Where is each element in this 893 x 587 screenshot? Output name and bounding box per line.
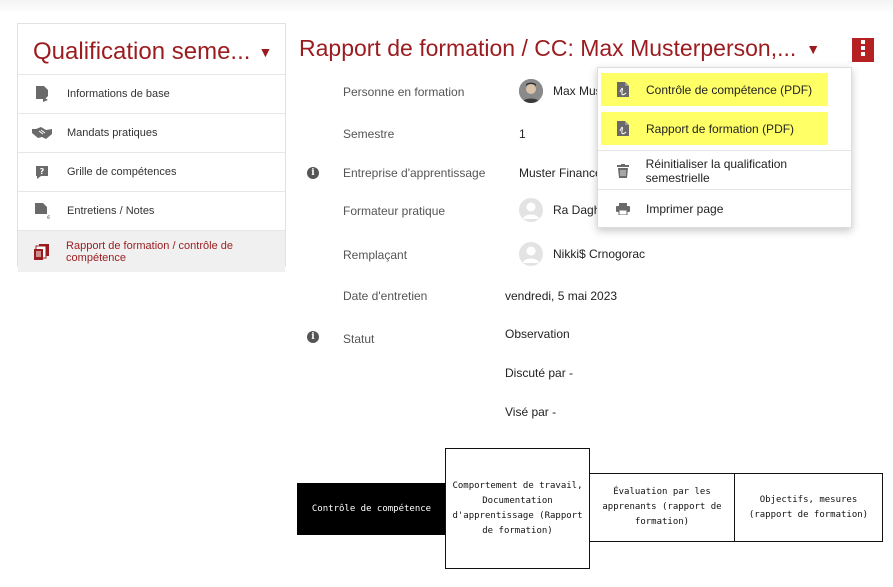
top-shadow <box>0 0 893 14</box>
menu-item-label: Rapport de formation (PDF) <box>646 121 795 136</box>
discussed-by: Discuté par - <box>505 366 574 380</box>
info-icon[interactable]: i <box>307 331 319 343</box>
avatar <box>519 198 543 222</box>
menu-item-training-report-pdf[interactable]: Rapport de formation (PDF) <box>598 109 851 148</box>
sidebar-item-basic-info[interactable]: Informations de base <box>18 74 285 113</box>
chevron-down-icon[interactable]: ▼ <box>806 41 820 57</box>
signed-by: Visé par - <box>505 405 557 419</box>
sidebar-title-text[interactable]: Qualification seme... <box>33 38 250 66</box>
sidebar-title[interactable]: Qualification seme... ▼ <box>33 38 272 66</box>
person-label: Personne en formation <box>343 85 465 99</box>
info-icon[interactable]: i <box>307 167 319 179</box>
box-objectives-measures: Objectifs, mesures (rapport de formation… <box>734 473 883 542</box>
sidebar-item-label: Rapport de formation / contrôle de compé… <box>66 239 233 264</box>
trainer-value[interactable]: Ra Daghe <box>519 198 607 222</box>
company-value: Muster Finance : <box>519 166 609 180</box>
sidebar-item-label: Entretiens / Notes <box>67 205 155 217</box>
sidebar-item-interviews-notes[interactable]: e Entretiens / Notes <box>18 191 285 230</box>
pdf-file-icon <box>613 121 633 136</box>
pdf-file-icon <box>613 82 633 97</box>
person-value[interactable]: Max Mus <box>519 79 602 103</box>
sidebar-item-practical-mandates[interactable]: Mandats pratiques <box>18 113 285 152</box>
vertical-menu-button[interactable] <box>852 38 874 62</box>
printer-icon <box>613 202 633 215</box>
page-title[interactable]: Rapport de formation / CC: Max Musterper… <box>299 35 820 62</box>
document-arrow-icon <box>32 86 52 102</box>
box-learner-evaluation: Évaluation par les apprenants (rapport d… <box>589 473 735 542</box>
trash-icon <box>613 163 633 178</box>
reports-stack-icon <box>32 243 51 260</box>
semester-label: Semestre <box>343 127 395 141</box>
company-label: Entreprise d'apprentissage <box>343 166 486 180</box>
avatar <box>519 79 543 103</box>
actions-dropdown: Contrôle de compétence (PDF) Rapport de … <box>597 67 852 228</box>
page-title-text[interactable]: Rapport de formation / CC: Max Musterper… <box>299 35 796 62</box>
menu-item-print-page[interactable]: Imprimer page <box>598 189 851 228</box>
vertical-menu-icon <box>860 39 866 61</box>
substitute-name[interactable]: Nikki$ Crnogorac <box>553 247 645 261</box>
sidebar-menu: Informations de base Mandats pratiques ?… <box>18 74 285 272</box>
sidebar-item-label: Mandats pratiques <box>67 127 158 139</box>
svg-text:?: ? <box>40 167 45 176</box>
question-chat-icon: ? <box>32 164 52 180</box>
handshake-icon <box>32 125 52 141</box>
status-value: Observation <box>505 327 570 341</box>
avatar <box>519 242 543 266</box>
person-name[interactable]: Max Mus <box>553 84 602 98</box>
sidebar-item-competence-grid[interactable]: ? Grille de compétences <box>18 152 285 191</box>
menu-item-label: Imprimer page <box>646 201 724 216</box>
svg-text:e: e <box>47 213 50 219</box>
date-value: vendredi, 5 mai 2023 <box>505 289 618 303</box>
substitute-label: Remplaçant <box>343 248 408 262</box>
menu-item-competence-pdf[interactable]: Contrôle de compétence (PDF) <box>598 70 851 109</box>
status-label: Statut <box>343 332 375 346</box>
date-label: Date d'entretien <box>343 289 428 303</box>
menu-item-label: Contrôle de compétence (PDF) <box>646 82 813 97</box>
box-work-behaviour: Comportement de travail, Documentation d… <box>445 448 590 569</box>
chevron-down-icon[interactable]: ▼ <box>258 44 272 60</box>
trainer-label: Formateur pratique <box>343 204 446 218</box>
sidebar-item-label: Grille de compétences <box>67 166 177 178</box>
menu-item-label: Réinitialiser la qualification semestrie… <box>645 156 788 185</box>
semester-value: 1 <box>519 127 526 141</box>
box-competence-control: Contrôle de compétence <box>297 483 446 535</box>
sidebar: Qualification seme... ▼ Informations de … <box>17 23 286 272</box>
document-edit-icon: e <box>32 203 52 219</box>
sidebar-item-label: Informations de base <box>67 88 170 100</box>
sidebar-item-training-report[interactable]: Rapport de formation / contrôle de compé… <box>18 230 285 272</box>
substitute-value[interactable]: Nikki$ Crnogorac <box>519 242 645 266</box>
menu-item-reset-qualification[interactable]: Réinitialiser la qualification semestrie… <box>598 151 851 190</box>
